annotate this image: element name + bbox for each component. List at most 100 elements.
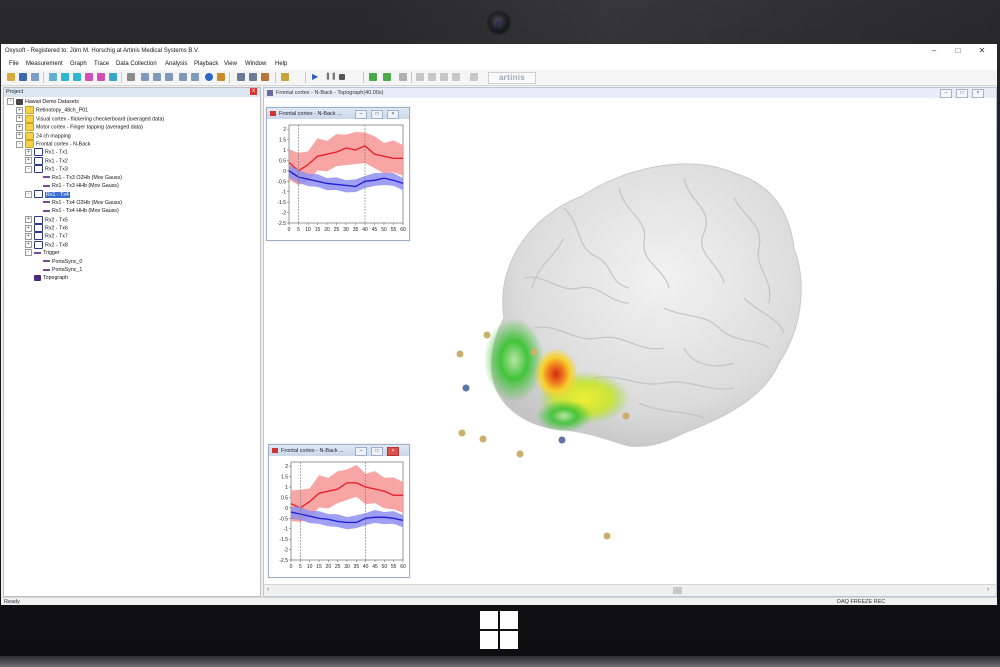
collapse-icon[interactable]: - <box>7 98 14 106</box>
folder-icon[interactable] <box>261 73 269 81</box>
graph-icon[interactable] <box>237 73 245 81</box>
tree-item[interactable]: Rx1 - Tx3 HHb (Mov Gauss) <box>34 182 119 190</box>
maximize-button[interactable]: □ <box>371 110 383 119</box>
expand-icon[interactable]: + <box>16 132 23 140</box>
tree-item[interactable]: Topograph <box>25 274 68 282</box>
menu-help[interactable]: Help <box>275 61 287 67</box>
zoom-in-icon[interactable] <box>153 73 161 81</box>
menu-trace[interactable]: Trace <box>94 61 109 67</box>
expand-icon[interactable]: + <box>25 216 32 224</box>
close-button[interactable]: ✕ <box>977 46 987 56</box>
scroll-right-icon[interactable]: › <box>987 586 989 593</box>
maximize-button[interactable]: □ <box>956 89 968 98</box>
windows-logo-icon[interactable] <box>480 611 518 649</box>
hemodynamic-chart[interactable]: 21.510.50-0.5-1-1.5-2-2.50 5 10 15 20 25 30 35 4… <box>269 456 409 576</box>
graph-window-1[interactable]: Frontal cortex - N-Back ... – □ × 2 1.5 1 0… <box>266 107 410 241</box>
tree-item[interactable]: - Rx1 - Tx3 <box>25 165 68 174</box>
expand-icon[interactable]: + <box>16 115 23 123</box>
tree-item[interactable]: +24 ch mapping <box>16 131 71 140</box>
options-icon[interactable] <box>470 73 478 81</box>
marker-icon[interactable] <box>109 73 117 81</box>
tree-item[interactable]: - Trigger <box>25 249 60 257</box>
layout-4-icon[interactable] <box>452 73 460 81</box>
minimize-button[interactable]: – <box>355 447 367 456</box>
marker-left-icon[interactable] <box>85 73 93 81</box>
graph-window-2[interactable]: Frontal cortex - N-Back ... – □ × 2 1.5 1 0… <box>268 444 410 578</box>
menu-analysis[interactable]: Analysis <box>165 61 187 67</box>
menu-graph[interactable]: Graph <box>70 61 87 67</box>
zoom-out-icon[interactable] <box>165 73 173 81</box>
layout-1-icon[interactable] <box>416 73 424 81</box>
probe-icon[interactable] <box>281 73 289 81</box>
tree-item[interactable]: + Rx2 - Tx8 <box>25 240 68 249</box>
close-button[interactable]: × <box>972 89 984 98</box>
tree-item[interactable]: + Visual cortex - flickering checkerboard… <box>16 114 164 123</box>
pause-icon[interactable]: ❚❚ <box>325 73 337 81</box>
record-green-icon[interactable] <box>369 73 377 81</box>
table-icon[interactable] <box>249 73 257 81</box>
tree-item[interactable]: - Rx1 - Tx4 <box>25 190 70 199</box>
arrow-right-icon[interactable] <box>73 73 81 81</box>
open-icon[interactable] <box>7 73 15 81</box>
tree-item[interactable]: PortaSync_1 <box>34 266 82 274</box>
expand-icon[interactable]: + <box>25 148 32 156</box>
scrollbar-thumb[interactable] <box>673 587 682 594</box>
settings-icon[interactable] <box>399 73 407 81</box>
save-icon[interactable] <box>19 73 27 81</box>
menu-view[interactable]: View <box>224 61 237 67</box>
maximize-button[interactable]: □ <box>371 447 383 456</box>
minimize-button[interactable]: – <box>929 46 939 56</box>
tree-item[interactable]: - Frontal cortex - N-Back <box>16 140 90 148</box>
zoom-y-icon[interactable] <box>191 73 199 81</box>
close-icon[interactable]: x <box>250 88 257 95</box>
menu-data-collection[interactable]: Data Collection <box>116 61 157 67</box>
collapse-icon[interactable]: - <box>25 165 32 173</box>
tree-item[interactable]: + Rx2 - Tx6 <box>25 224 68 232</box>
menu-window[interactable]: Window <box>245 61 266 67</box>
menu-playback[interactable]: Playback <box>194 61 218 67</box>
tree-item[interactable]: + Rx1 - Tx1 <box>25 148 68 157</box>
tree-item[interactable]: + Rx2 - Tx7 <box>25 232 68 241</box>
expand-icon[interactable]: + <box>25 157 32 165</box>
collapse-icon[interactable]: - <box>25 190 32 198</box>
tree-item[interactable]: Rx1 - Tx3 O2Hb (Mov Gauss) <box>34 174 122 182</box>
tree-item[interactable]: + Rx1 - Tx2 <box>25 156 68 165</box>
zoom-x-icon[interactable] <box>179 73 187 81</box>
save-all-icon[interactable] <box>31 73 39 81</box>
close-button[interactable]: × <box>387 447 399 456</box>
menu-measurement[interactable]: Measurement <box>26 61 63 67</box>
minimize-button[interactable]: – <box>940 89 952 98</box>
artinis-logo-button[interactable]: artinis <box>488 72 536 84</box>
marker-right-icon[interactable] <box>97 73 105 81</box>
expand-icon[interactable]: + <box>25 241 32 249</box>
tree-item[interactable]: Rx1 - Tx4 HHb (Mov Gauss) <box>34 207 119 215</box>
play-icon[interactable]: ▶ <box>312 73 320 81</box>
tree-item[interactable]: + Motor cortex - Finger tapping (averaged… <box>16 123 143 132</box>
refresh-icon[interactable] <box>205 73 213 81</box>
collapse-icon[interactable]: - <box>25 249 32 257</box>
export-icon[interactable] <box>217 73 225 81</box>
collapse-icon[interactable]: - <box>16 140 23 148</box>
tree-item[interactable]: Rx1 - Tx4 O2Hb (Mov Gauss) <box>34 199 122 207</box>
tree-item[interactable]: + Retinotopy_48ch_P01 <box>16 106 88 115</box>
arrow-left-icon[interactable] <box>61 73 69 81</box>
cut-icon[interactable] <box>49 73 57 81</box>
menu-file[interactable]: File <box>9 61 19 67</box>
hemodynamic-chart[interactable]: 21.510.50-0.5-1-1.5-2-2.50 5 10 15 20 25 30 35 4… <box>267 119 409 239</box>
close-button[interactable]: × <box>387 110 399 119</box>
expand-icon[interactable]: + <box>25 232 32 240</box>
expand-icon[interactable]: + <box>16 106 23 114</box>
event-icon[interactable] <box>383 73 391 81</box>
horizontal-scrollbar[interactable]: ‹ › <box>264 584 996 596</box>
layout-2-icon[interactable] <box>428 73 436 81</box>
expand-icon[interactable]: + <box>25 224 32 232</box>
stop-icon[interactable] <box>339 74 345 80</box>
layout-3-icon[interactable] <box>440 73 448 81</box>
tree-item[interactable]: + Rx2 - Tx5 <box>25 215 68 224</box>
maximize-button[interactable]: □ <box>953 46 963 56</box>
tree-item[interactable]: - Hawaii Demo Datasets <box>7 98 79 106</box>
expand-icon[interactable]: + <box>16 123 23 131</box>
window-icon[interactable] <box>127 73 135 81</box>
zoom-icon[interactable] <box>141 73 149 81</box>
minimize-button[interactable]: – <box>355 110 367 119</box>
